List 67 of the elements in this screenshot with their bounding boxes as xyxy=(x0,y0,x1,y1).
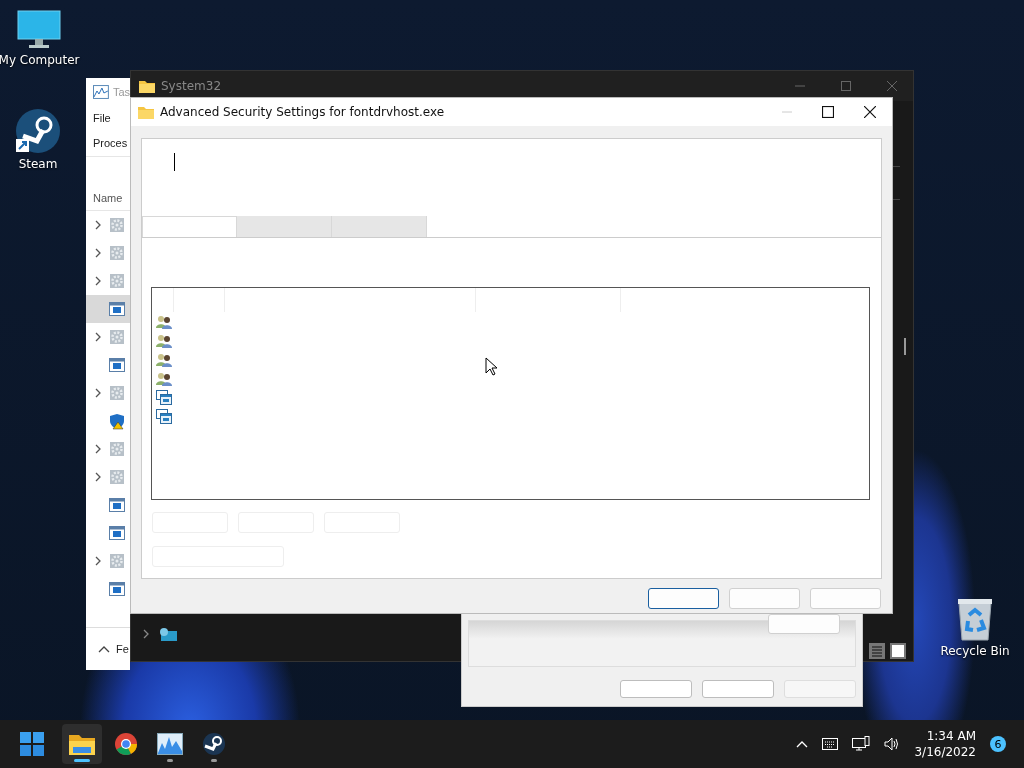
gear-icon xyxy=(109,553,125,569)
network-folder-icon xyxy=(159,627,177,641)
maximize-icon[interactable] xyxy=(822,106,834,118)
clock[interactable]: 1:34 AM 3/16/2022 xyxy=(914,728,976,760)
clock-date: 3/16/2022 xyxy=(914,744,976,760)
steam-icon[interactable] xyxy=(15,108,61,154)
users-icon xyxy=(156,314,172,329)
chevron-icon[interactable] xyxy=(143,629,149,639)
chevron-icon[interactable] xyxy=(95,556,101,566)
gear-icon xyxy=(109,385,125,401)
icon-label[interactable]: My Computer xyxy=(0,53,80,67)
folder-icon xyxy=(139,79,155,93)
chrome-icon[interactable] xyxy=(114,732,138,756)
footer-link[interactable]: Fe xyxy=(116,643,129,655)
windows-logo-icon[interactable] xyxy=(20,732,44,756)
users-icon xyxy=(156,352,172,367)
steam-icon[interactable] xyxy=(202,732,226,756)
chevron-icon[interactable] xyxy=(95,248,101,258)
notification-badge[interactable]: 6 xyxy=(990,736,1006,752)
scrollbar-thumb[interactable] xyxy=(904,338,906,355)
taskbar-button[interactable] xyxy=(62,724,102,764)
chevron-icon[interactable] xyxy=(95,220,101,230)
folder-icon xyxy=(138,105,154,119)
monitor-icon[interactable] xyxy=(17,10,61,50)
folder-icon[interactable] xyxy=(69,733,95,755)
chevron-up-icon[interactable] xyxy=(98,645,110,653)
shield-icon xyxy=(109,412,125,430)
text-cursor xyxy=(174,153,175,171)
window-title: System32 xyxy=(161,79,222,93)
gear-icon xyxy=(109,245,125,261)
volume-icon[interactable] xyxy=(884,737,901,751)
chevron-icon[interactable] xyxy=(95,332,101,342)
chevron-icon[interactable] xyxy=(95,444,101,454)
tiles-view-icon[interactable] xyxy=(890,643,906,659)
keyboard-icon[interactable] xyxy=(822,738,839,750)
window-title: Advanced Security Settings for fontdrvhost.exe xyxy=(160,105,445,119)
users-icon xyxy=(156,371,172,386)
gear-icon xyxy=(109,273,125,289)
users-icon xyxy=(156,333,172,348)
window-title: Tas xyxy=(112,85,130,98)
icon-label[interactable]: Recycle Bin xyxy=(940,644,1010,658)
menu-item[interactable]: File xyxy=(93,111,111,124)
tab[interactable]: Proces xyxy=(93,137,128,149)
gear-icon xyxy=(109,441,125,457)
monitor-icon[interactable] xyxy=(852,736,871,752)
chevron-icon[interactable] xyxy=(95,276,101,286)
cursor-icon xyxy=(485,357,497,376)
recycle-bin-icon[interactable] xyxy=(957,597,993,641)
window-icon xyxy=(109,498,125,512)
window-icon xyxy=(109,302,125,316)
column-header[interactable]: Name xyxy=(93,192,123,204)
chart-icon xyxy=(93,84,109,99)
clock-time: 1:34 AM xyxy=(926,728,976,744)
gear-icon xyxy=(109,469,125,485)
gear-icon xyxy=(109,217,125,233)
button[interactable] xyxy=(648,588,719,609)
window-icon xyxy=(109,526,125,540)
window-icon xyxy=(109,358,125,372)
gear-icon xyxy=(109,329,125,345)
icon-label[interactable]: Steam xyxy=(18,157,58,171)
chevron-icon[interactable] xyxy=(95,472,101,482)
close-icon[interactable] xyxy=(864,106,876,118)
windows-stack-icon xyxy=(156,409,172,424)
windows-stack-icon xyxy=(156,390,172,405)
chevron-icon[interactable] xyxy=(95,388,101,398)
process-row[interactable] xyxy=(86,295,130,323)
window-icon xyxy=(109,582,125,596)
